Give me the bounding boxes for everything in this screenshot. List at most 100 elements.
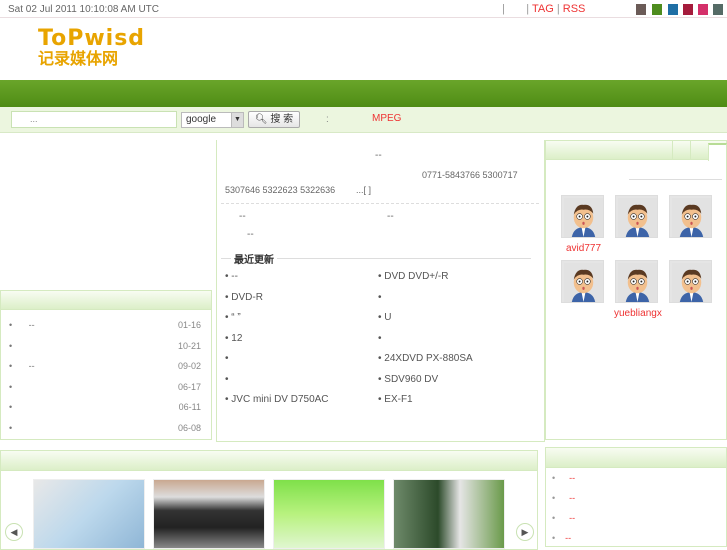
- list-item[interactable]: • --: [552, 513, 575, 523]
- tab-active[interactable]: [708, 143, 727, 161]
- recent-item[interactable]: • “ ”: [225, 312, 241, 323]
- logo-text-cn: 记录媒体网: [38, 49, 119, 68]
- logo-text-en: ToPwisd: [38, 26, 146, 51]
- list-item[interactable]: • 06-11: [9, 402, 201, 412]
- intro-link[interactable]: --: [247, 229, 254, 240]
- rss-link[interactable]: RSS: [563, 3, 586, 15]
- search-input[interactable]: ...: [11, 111, 177, 128]
- thumbnail-usb-drive[interactable]: [33, 479, 145, 549]
- intro-link[interactable]: --: [239, 211, 246, 222]
- intro-panel: -- 0771-5843766 5300717 5307646 5322623 …: [216, 140, 545, 442]
- intro-more-link[interactable]: ...[ ]: [356, 185, 371, 195]
- search-icon: 🔍︎: [254, 114, 268, 125]
- recent-item[interactable]: • U: [378, 312, 392, 323]
- list-item[interactable]: • 10-21: [9, 341, 201, 351]
- box-header: [546, 448, 726, 468]
- hot-keyword-link[interactable]: MPEG: [372, 113, 401, 124]
- member-avatar[interactable]: [561, 195, 604, 238]
- recent-item[interactable]: •: [225, 374, 229, 385]
- list-item[interactable]: • -- 09-02: [9, 361, 201, 371]
- recent-item[interactable]: • DVD-R: [225, 292, 263, 303]
- theme-swatch-red[interactable]: [683, 4, 693, 15]
- list-item-title: --: [28, 320, 35, 330]
- main-nav: [0, 80, 727, 107]
- list-item-date: 10-21: [177, 340, 201, 351]
- separator: |: [526, 3, 530, 15]
- recent-item[interactable]: •: [378, 333, 382, 344]
- theme-swatch-gray[interactable]: [713, 4, 723, 15]
- left-list-box: • -- 01-16 • 10-21 • -- 09-02 • 06-17 • 06-11 •…: [0, 290, 212, 440]
- list-item[interactable]: • --: [552, 493, 575, 503]
- members-box: avid777 yuebliangx: [545, 140, 727, 440]
- date-text: Sat 02 Jul 2011 10:10:08 AM UTC: [8, 4, 160, 15]
- separator: |: [502, 3, 505, 15]
- bullet: •: [9, 340, 13, 351]
- list-item[interactable]: • -- 01-16: [9, 320, 201, 330]
- intro-phone: 5307646 5322623 5322636: [225, 185, 336, 195]
- theme-swatch-blue[interactable]: [668, 4, 678, 15]
- list-item-title: --: [569, 473, 576, 483]
- bottom-right-box: • -- • -- • -- • --: [545, 447, 727, 547]
- search-button[interactable]: 🔍︎ 搜 索: [248, 111, 300, 128]
- member-avatar[interactable]: [615, 195, 658, 238]
- member-name-link[interactable]: yuebliangx: [614, 308, 662, 319]
- top-links: | | TAG | RSS: [502, 3, 585, 15]
- list-item[interactable]: • --: [552, 473, 575, 483]
- carousel-next-button[interactable]: ▶: [516, 523, 534, 541]
- separator: |: [556, 3, 560, 15]
- list-item-date: 06-11: [178, 402, 201, 412]
- thumbnail-poster[interactable]: [273, 479, 385, 549]
- site-logo[interactable]: ToPwisd 记录媒体网: [38, 28, 145, 68]
- list-item-date: 06-08: [177, 422, 201, 433]
- divider: [221, 203, 539, 204]
- divider: [629, 179, 722, 180]
- bullet: •: [9, 422, 13, 433]
- bullet: •: [9, 320, 13, 330]
- list-item[interactable]: • --: [552, 533, 571, 543]
- theme-swatch-green[interactable]: [652, 4, 662, 15]
- list-item-title: --: [28, 361, 35, 371]
- hot-label: :: [326, 114, 329, 125]
- box-header: [1, 451, 537, 471]
- thumbnail-dvd-drive[interactable]: [153, 479, 265, 549]
- list-item-date: 06-17: [177, 381, 201, 392]
- recent-item[interactable]: •: [225, 353, 229, 364]
- bullet: •: [9, 381, 13, 392]
- list-item[interactable]: • 06-08: [9, 423, 201, 433]
- recent-item[interactable]: • --: [225, 271, 238, 282]
- list-item-title: --: [565, 533, 572, 543]
- member-name-link[interactable]: avid777: [566, 243, 601, 254]
- list-item-date: 01-16: [177, 320, 201, 330]
- recent-item[interactable]: • SDV960 DV: [378, 374, 438, 385]
- intro-title: --: [375, 150, 382, 161]
- recent-item[interactable]: • DVD DVD+/-R: [378, 271, 448, 282]
- list-item-date: 09-02: [177, 361, 201, 371]
- box-header: [1, 291, 211, 310]
- bullet: •: [9, 402, 13, 412]
- recent-item[interactable]: • 12: [225, 333, 242, 344]
- theme-swatch-brown[interactable]: [636, 4, 646, 15]
- list-item[interactable]: • 06-17: [9, 382, 201, 392]
- recent-item[interactable]: •: [378, 292, 382, 303]
- tab[interactable]: [672, 141, 690, 160]
- theme-swatch-pink[interactable]: [698, 4, 708, 15]
- recent-item[interactable]: • JVC mini DV D750AC: [225, 394, 329, 405]
- recent-item[interactable]: • 24XDVD PX-880SA: [378, 353, 473, 364]
- recent-title: 最近更新: [231, 251, 277, 266]
- search-button-label: 搜 索: [270, 114, 294, 125]
- member-avatar[interactable]: [669, 260, 712, 303]
- member-avatar[interactable]: [561, 260, 604, 303]
- list-item-title: --: [569, 493, 576, 503]
- carousel-prev-button[interactable]: ◀: [5, 523, 23, 541]
- intro-link[interactable]: --: [387, 211, 394, 222]
- chevron-down-icon: ▼: [231, 113, 243, 127]
- list-item-title: --: [569, 513, 576, 523]
- member-avatar[interactable]: [615, 260, 658, 303]
- member-avatar[interactable]: [669, 195, 712, 238]
- search-engine-select[interactable]: google ▼: [181, 112, 244, 128]
- intro-phone: 0771-5843766 5300717: [422, 170, 518, 180]
- tag-link[interactable]: TAG: [532, 3, 554, 15]
- thumbnail-dvd-box[interactable]: [393, 479, 505, 549]
- tab[interactable]: [690, 141, 708, 160]
- recent-item[interactable]: • EX-F1: [378, 394, 413, 405]
